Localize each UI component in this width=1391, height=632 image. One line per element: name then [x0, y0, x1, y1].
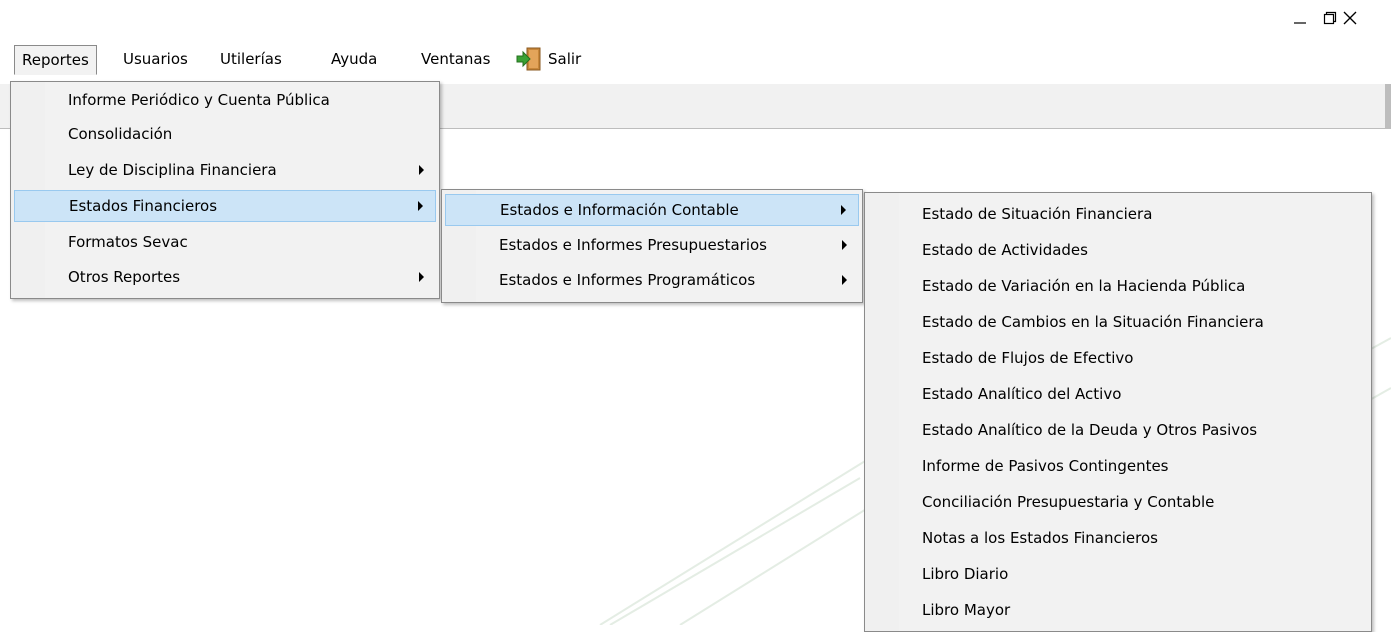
menu-item-libro-mayor[interactable]: Libro Mayor — [868, 594, 1368, 626]
submenu-arrow-icon — [419, 165, 424, 175]
menu-usuarios[interactable]: Usuarios — [116, 45, 195, 75]
menu-item-label: Estado Analítico del Activo — [922, 385, 1122, 403]
menu-item-estados-financieros[interactable]: Estados Financieros — [14, 190, 436, 222]
informacion-contable-menu: Estado de Situación Financiera Estado de… — [864, 192, 1372, 632]
menu-item-label: Estado de Variación en la Hacienda Públi… — [922, 277, 1246, 295]
estados-financieros-menu: Estados e Información Contable Estados e… — [441, 189, 863, 303]
menu-item-notas[interactable]: Notas a los Estados Financieros — [868, 522, 1368, 554]
menu-item-actividades[interactable]: Estado de Actividades — [868, 234, 1368, 266]
menu-item-label: Estados e Informes Presupuestarios — [499, 236, 768, 254]
menu-item-variacion-hacienda[interactable]: Estado de Variación en la Hacienda Públi… — [868, 270, 1368, 302]
menu-item-libro-diario[interactable]: Libro Diario — [868, 558, 1368, 590]
menu-item-analitico-deuda[interactable]: Estado Analítico de la Deuda y Otros Pas… — [868, 414, 1368, 446]
menu-item-label: Libro Diario — [922, 565, 1009, 583]
menu-item-cambios-situacion[interactable]: Estado de Cambios en la Situación Financ… — [868, 306, 1368, 338]
menu-item-informes-presupuestarios[interactable]: Estados e Informes Presupuestarios — [445, 229, 859, 261]
menu-item-label: Estados Financieros — [69, 197, 218, 215]
menu-bar: Reportes Usuarios Utilerías Ayuda Ventan… — [8, 38, 1391, 84]
menu-item-label: Estado de Flujos de Efectivo — [922, 349, 1134, 367]
close-icon — [1343, 11, 1357, 25]
menu-ventanas[interactable]: Ventanas — [414, 45, 497, 75]
menu-item-analitico-activo[interactable]: Estado Analítico del Activo — [868, 378, 1368, 410]
menu-item-label: Consolidación — [68, 125, 173, 143]
submenu-arrow-icon — [419, 272, 424, 282]
menu-ayuda[interactable]: Ayuda — [324, 45, 384, 75]
title-bar — [0, 0, 1391, 36]
menu-item-label: Estado Analítico de la Deuda y Otros Pas… — [922, 421, 1258, 439]
minimize-icon — [1294, 22, 1306, 24]
menu-item-label: Libro Mayor — [922, 601, 1011, 619]
toolbar-edge — [1385, 84, 1391, 128]
submenu-arrow-icon — [842, 275, 847, 285]
menu-item-ley-disciplina[interactable]: Ley de Disciplina Financiera — [14, 154, 436, 186]
close-button[interactable] — [1327, 0, 1373, 36]
menu-item-informes-programaticos[interactable]: Estados e Informes Programáticos — [445, 264, 859, 296]
menu-item-label: Estado de Cambios en la Situación Financ… — [922, 313, 1264, 331]
menu-salir[interactable]: Salir — [541, 45, 588, 75]
submenu-arrow-icon — [842, 240, 847, 250]
menu-item-label: Estados e Informes Programáticos — [499, 271, 756, 289]
menu-item-situacion-financiera[interactable]: Estado de Situación Financiera — [868, 198, 1368, 230]
menu-item-label: Estado de Actividades — [922, 241, 1088, 259]
submenu-arrow-icon — [841, 205, 846, 215]
menu-item-label: Informe Periódico y Cuenta Pública — [68, 91, 330, 109]
menu-item-formatos-sevac[interactable]: Formatos Sevac — [14, 226, 436, 258]
menu-item-pasivos-contingentes[interactable]: Informe de Pasivos Contingentes — [868, 450, 1368, 482]
menu-item-otros-reportes[interactable]: Otros Reportes — [14, 261, 436, 293]
menu-item-informe-periodico[interactable]: Informe Periódico y Cuenta Pública — [14, 84, 436, 116]
submenu-arrow-icon — [418, 201, 423, 211]
menu-item-label: Ley de Disciplina Financiera — [68, 161, 277, 179]
menu-item-label: Informe de Pasivos Contingentes — [922, 457, 1169, 475]
reportes-menu: Informe Periódico y Cuenta Pública Conso… — [10, 81, 440, 299]
menu-utilerias[interactable]: Utilerías — [213, 45, 289, 75]
menu-item-label: Formatos Sevac — [68, 233, 188, 251]
menu-item-label: Estados e Información Contable — [500, 201, 739, 219]
menu-item-label: Conciliación Presupuestaria y Contable — [922, 493, 1215, 511]
menu-item-flujos-efectivo[interactable]: Estado de Flujos de Efectivo — [868, 342, 1368, 374]
menu-item-informacion-contable[interactable]: Estados e Información Contable — [445, 194, 859, 226]
menu-reportes[interactable]: Reportes — [14, 45, 97, 75]
exit-door-icon[interactable] — [516, 47, 542, 71]
menu-item-consolidacion[interactable]: Consolidación — [14, 118, 436, 150]
menu-item-label: Otros Reportes — [68, 268, 181, 286]
menu-item-conciliacion[interactable]: Conciliación Presupuestaria y Contable — [868, 486, 1368, 518]
menu-item-label: Estado de Situación Financiera — [922, 205, 1153, 223]
menu-item-label: Notas a los Estados Financieros — [922, 529, 1158, 547]
